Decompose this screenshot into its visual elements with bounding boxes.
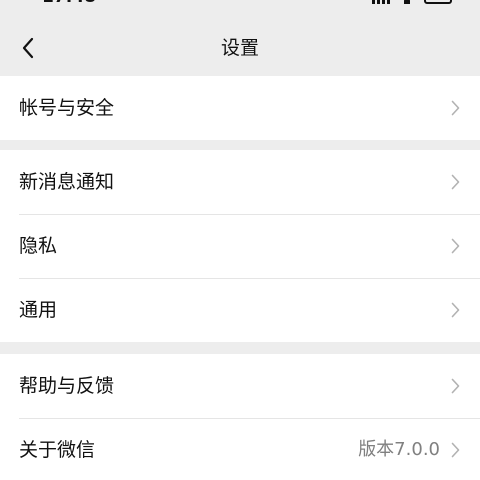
chevron-right-icon	[450, 302, 460, 318]
settings-item-label: 新消息通知	[19, 171, 115, 193]
settings-item-account-security[interactable]: 帐号与安全	[0, 76, 480, 140]
settings-group-general: 新消息通知 隐私 通用	[0, 150, 480, 342]
settings-item-label: 通用	[19, 299, 58, 321]
chevron-right-icon	[450, 174, 460, 190]
nav-bar: 设置	[0, 20, 480, 76]
settings-group-help: 帮助与反馈 关于微信 版本7.0.0	[0, 354, 480, 480]
settings-item-label: 隐私	[19, 235, 58, 257]
status-icons	[372, 0, 452, 4]
status-bar: 17:48	[0, 0, 480, 10]
settings-item-label: 关于微信	[19, 439, 96, 461]
settings-item-privacy[interactable]: 隐私	[0, 214, 480, 278]
settings-item-notifications[interactable]: 新消息通知	[0, 150, 480, 214]
settings-item-help-feedback[interactable]: 帮助与反馈	[0, 354, 480, 418]
chevron-right-icon	[450, 378, 460, 394]
settings-item-label: 帮助与反馈	[19, 375, 115, 397]
settings-item-general[interactable]: 通用	[0, 278, 480, 342]
wifi-icon	[400, 0, 414, 4]
page-title: 设置	[220, 37, 259, 59]
settings-item-label: 帐号与安全	[19, 97, 115, 119]
chevron-right-icon	[450, 238, 460, 254]
status-time: 17:48	[42, 0, 96, 8]
chevron-right-icon	[450, 100, 460, 116]
chevron-right-icon	[450, 442, 460, 458]
version-value: 版本7.0.0	[358, 439, 440, 460]
signal-icon	[372, 0, 390, 4]
settings-screen: 17:48 设置 帐号与安全 新消息通知	[0, 0, 480, 480]
battery-icon	[424, 0, 452, 4]
settings-item-about[interactable]: 关于微信 版本7.0.0	[0, 418, 480, 480]
settings-group-account: 帐号与安全	[0, 76, 480, 140]
